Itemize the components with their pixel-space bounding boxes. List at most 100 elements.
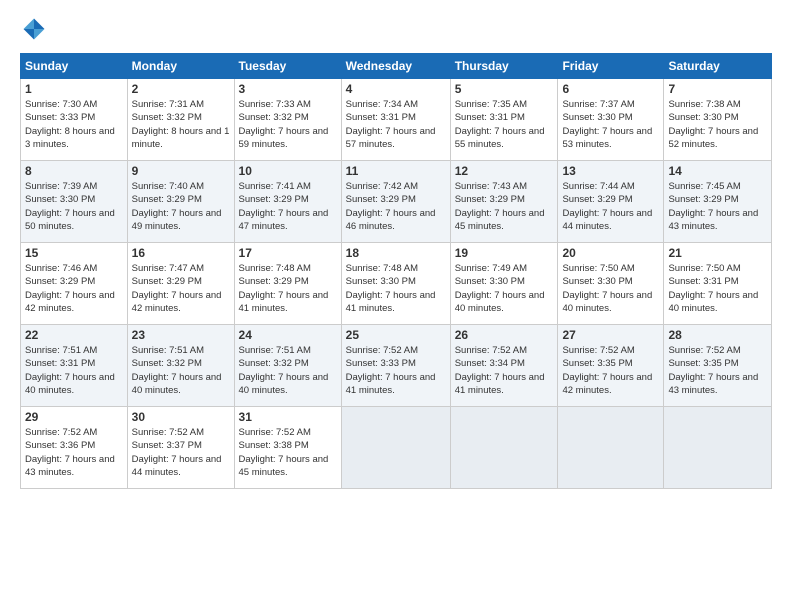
day-number: 3 xyxy=(239,82,337,96)
day-number: 18 xyxy=(346,246,446,260)
calendar-cell: 13 Sunrise: 7:44 AM Sunset: 3:29 PM Dayl… xyxy=(558,161,664,243)
calendar-cell: 24 Sunrise: 7:51 AM Sunset: 3:32 PM Dayl… xyxy=(234,325,341,407)
day-number: 21 xyxy=(668,246,767,260)
day-info: Sunrise: 7:52 AM Sunset: 3:35 PM Dayligh… xyxy=(668,344,767,397)
calendar-cell xyxy=(450,407,558,489)
day-info: Sunrise: 7:52 AM Sunset: 3:38 PM Dayligh… xyxy=(239,426,337,479)
day-info: Sunrise: 7:50 AM Sunset: 3:30 PM Dayligh… xyxy=(562,262,659,315)
day-info: Sunrise: 7:44 AM Sunset: 3:29 PM Dayligh… xyxy=(562,180,659,233)
calendar-cell: 28 Sunrise: 7:52 AM Sunset: 3:35 PM Dayl… xyxy=(664,325,772,407)
weekday-header: Friday xyxy=(558,54,664,79)
calendar-week-row: 22 Sunrise: 7:51 AM Sunset: 3:31 PM Dayl… xyxy=(21,325,772,407)
day-info: Sunrise: 7:52 AM Sunset: 3:35 PM Dayligh… xyxy=(562,344,659,397)
logo-icon xyxy=(20,15,48,43)
weekday-header: Thursday xyxy=(450,54,558,79)
day-number: 13 xyxy=(562,164,659,178)
calendar-table: SundayMondayTuesdayWednesdayThursdayFrid… xyxy=(20,53,772,489)
day-info: Sunrise: 7:51 AM Sunset: 3:32 PM Dayligh… xyxy=(132,344,230,397)
day-info: Sunrise: 7:52 AM Sunset: 3:33 PM Dayligh… xyxy=(346,344,446,397)
calendar-cell: 9 Sunrise: 7:40 AM Sunset: 3:29 PM Dayli… xyxy=(127,161,234,243)
calendar-cell: 1 Sunrise: 7:30 AM Sunset: 3:33 PM Dayli… xyxy=(21,79,128,161)
calendar-cell: 30 Sunrise: 7:52 AM Sunset: 3:37 PM Dayl… xyxy=(127,407,234,489)
page: SundayMondayTuesdayWednesdayThursdayFrid… xyxy=(0,0,792,612)
day-number: 28 xyxy=(668,328,767,342)
logo xyxy=(20,15,52,43)
calendar-cell: 5 Sunrise: 7:35 AM Sunset: 3:31 PM Dayli… xyxy=(450,79,558,161)
calendar-week-row: 29 Sunrise: 7:52 AM Sunset: 3:36 PM Dayl… xyxy=(21,407,772,489)
day-number: 17 xyxy=(239,246,337,260)
day-info: Sunrise: 7:34 AM Sunset: 3:31 PM Dayligh… xyxy=(346,98,446,151)
day-info: Sunrise: 7:49 AM Sunset: 3:30 PM Dayligh… xyxy=(455,262,554,315)
day-number: 27 xyxy=(562,328,659,342)
weekday-header: Wednesday xyxy=(341,54,450,79)
day-number: 19 xyxy=(455,246,554,260)
calendar-cell: 11 Sunrise: 7:42 AM Sunset: 3:29 PM Dayl… xyxy=(341,161,450,243)
calendar-cell: 18 Sunrise: 7:48 AM Sunset: 3:30 PM Dayl… xyxy=(341,243,450,325)
day-info: Sunrise: 7:52 AM Sunset: 3:36 PM Dayligh… xyxy=(25,426,123,479)
calendar-cell: 15 Sunrise: 7:46 AM Sunset: 3:29 PM Dayl… xyxy=(21,243,128,325)
day-number: 26 xyxy=(455,328,554,342)
calendar-cell: 21 Sunrise: 7:50 AM Sunset: 3:31 PM Dayl… xyxy=(664,243,772,325)
calendar-week-row: 1 Sunrise: 7:30 AM Sunset: 3:33 PM Dayli… xyxy=(21,79,772,161)
calendar-cell: 4 Sunrise: 7:34 AM Sunset: 3:31 PM Dayli… xyxy=(341,79,450,161)
calendar-cell: 6 Sunrise: 7:37 AM Sunset: 3:30 PM Dayli… xyxy=(558,79,664,161)
day-info: Sunrise: 7:38 AM Sunset: 3:30 PM Dayligh… xyxy=(668,98,767,151)
calendar-week-row: 8 Sunrise: 7:39 AM Sunset: 3:30 PM Dayli… xyxy=(21,161,772,243)
day-info: Sunrise: 7:41 AM Sunset: 3:29 PM Dayligh… xyxy=(239,180,337,233)
day-number: 30 xyxy=(132,410,230,424)
day-number: 8 xyxy=(25,164,123,178)
day-info: Sunrise: 7:52 AM Sunset: 3:37 PM Dayligh… xyxy=(132,426,230,479)
calendar-cell: 12 Sunrise: 7:43 AM Sunset: 3:29 PM Dayl… xyxy=(450,161,558,243)
calendar-cell: 10 Sunrise: 7:41 AM Sunset: 3:29 PM Dayl… xyxy=(234,161,341,243)
calendar-cell: 22 Sunrise: 7:51 AM Sunset: 3:31 PM Dayl… xyxy=(21,325,128,407)
calendar-cell xyxy=(664,407,772,489)
day-info: Sunrise: 7:51 AM Sunset: 3:32 PM Dayligh… xyxy=(239,344,337,397)
day-info: Sunrise: 7:40 AM Sunset: 3:29 PM Dayligh… xyxy=(132,180,230,233)
calendar-cell: 29 Sunrise: 7:52 AM Sunset: 3:36 PM Dayl… xyxy=(21,407,128,489)
day-number: 31 xyxy=(239,410,337,424)
day-info: Sunrise: 7:48 AM Sunset: 3:30 PM Dayligh… xyxy=(346,262,446,315)
calendar-cell: 31 Sunrise: 7:52 AM Sunset: 3:38 PM Dayl… xyxy=(234,407,341,489)
calendar-cell: 16 Sunrise: 7:47 AM Sunset: 3:29 PM Dayl… xyxy=(127,243,234,325)
day-number: 22 xyxy=(25,328,123,342)
day-info: Sunrise: 7:43 AM Sunset: 3:29 PM Dayligh… xyxy=(455,180,554,233)
day-number: 24 xyxy=(239,328,337,342)
day-number: 16 xyxy=(132,246,230,260)
day-info: Sunrise: 7:33 AM Sunset: 3:32 PM Dayligh… xyxy=(239,98,337,151)
calendar-week-row: 15 Sunrise: 7:46 AM Sunset: 3:29 PM Dayl… xyxy=(21,243,772,325)
day-number: 2 xyxy=(132,82,230,96)
calendar-cell: 7 Sunrise: 7:38 AM Sunset: 3:30 PM Dayli… xyxy=(664,79,772,161)
day-number: 9 xyxy=(132,164,230,178)
day-info: Sunrise: 7:30 AM Sunset: 3:33 PM Dayligh… xyxy=(25,98,123,151)
day-info: Sunrise: 7:42 AM Sunset: 3:29 PM Dayligh… xyxy=(346,180,446,233)
day-number: 12 xyxy=(455,164,554,178)
weekday-header: Tuesday xyxy=(234,54,341,79)
day-number: 20 xyxy=(562,246,659,260)
day-number: 11 xyxy=(346,164,446,178)
calendar-cell xyxy=(341,407,450,489)
day-info: Sunrise: 7:48 AM Sunset: 3:29 PM Dayligh… xyxy=(239,262,337,315)
day-number: 4 xyxy=(346,82,446,96)
day-info: Sunrise: 7:39 AM Sunset: 3:30 PM Dayligh… xyxy=(25,180,123,233)
day-info: Sunrise: 7:37 AM Sunset: 3:30 PM Dayligh… xyxy=(562,98,659,151)
calendar-cell: 14 Sunrise: 7:45 AM Sunset: 3:29 PM Dayl… xyxy=(664,161,772,243)
calendar-cell: 27 Sunrise: 7:52 AM Sunset: 3:35 PM Dayl… xyxy=(558,325,664,407)
calendar-cell: 8 Sunrise: 7:39 AM Sunset: 3:30 PM Dayli… xyxy=(21,161,128,243)
weekday-header: Monday xyxy=(127,54,234,79)
header xyxy=(20,15,772,43)
day-info: Sunrise: 7:35 AM Sunset: 3:31 PM Dayligh… xyxy=(455,98,554,151)
calendar-cell: 20 Sunrise: 7:50 AM Sunset: 3:30 PM Dayl… xyxy=(558,243,664,325)
day-number: 15 xyxy=(25,246,123,260)
calendar-cell: 23 Sunrise: 7:51 AM Sunset: 3:32 PM Dayl… xyxy=(127,325,234,407)
day-number: 14 xyxy=(668,164,767,178)
day-info: Sunrise: 7:45 AM Sunset: 3:29 PM Dayligh… xyxy=(668,180,767,233)
day-info: Sunrise: 7:47 AM Sunset: 3:29 PM Dayligh… xyxy=(132,262,230,315)
calendar-cell: 19 Sunrise: 7:49 AM Sunset: 3:30 PM Dayl… xyxy=(450,243,558,325)
day-number: 1 xyxy=(25,82,123,96)
day-info: Sunrise: 7:46 AM Sunset: 3:29 PM Dayligh… xyxy=(25,262,123,315)
day-number: 25 xyxy=(346,328,446,342)
day-number: 6 xyxy=(562,82,659,96)
day-number: 5 xyxy=(455,82,554,96)
day-info: Sunrise: 7:31 AM Sunset: 3:32 PM Dayligh… xyxy=(132,98,230,151)
calendar-cell: 17 Sunrise: 7:48 AM Sunset: 3:29 PM Dayl… xyxy=(234,243,341,325)
